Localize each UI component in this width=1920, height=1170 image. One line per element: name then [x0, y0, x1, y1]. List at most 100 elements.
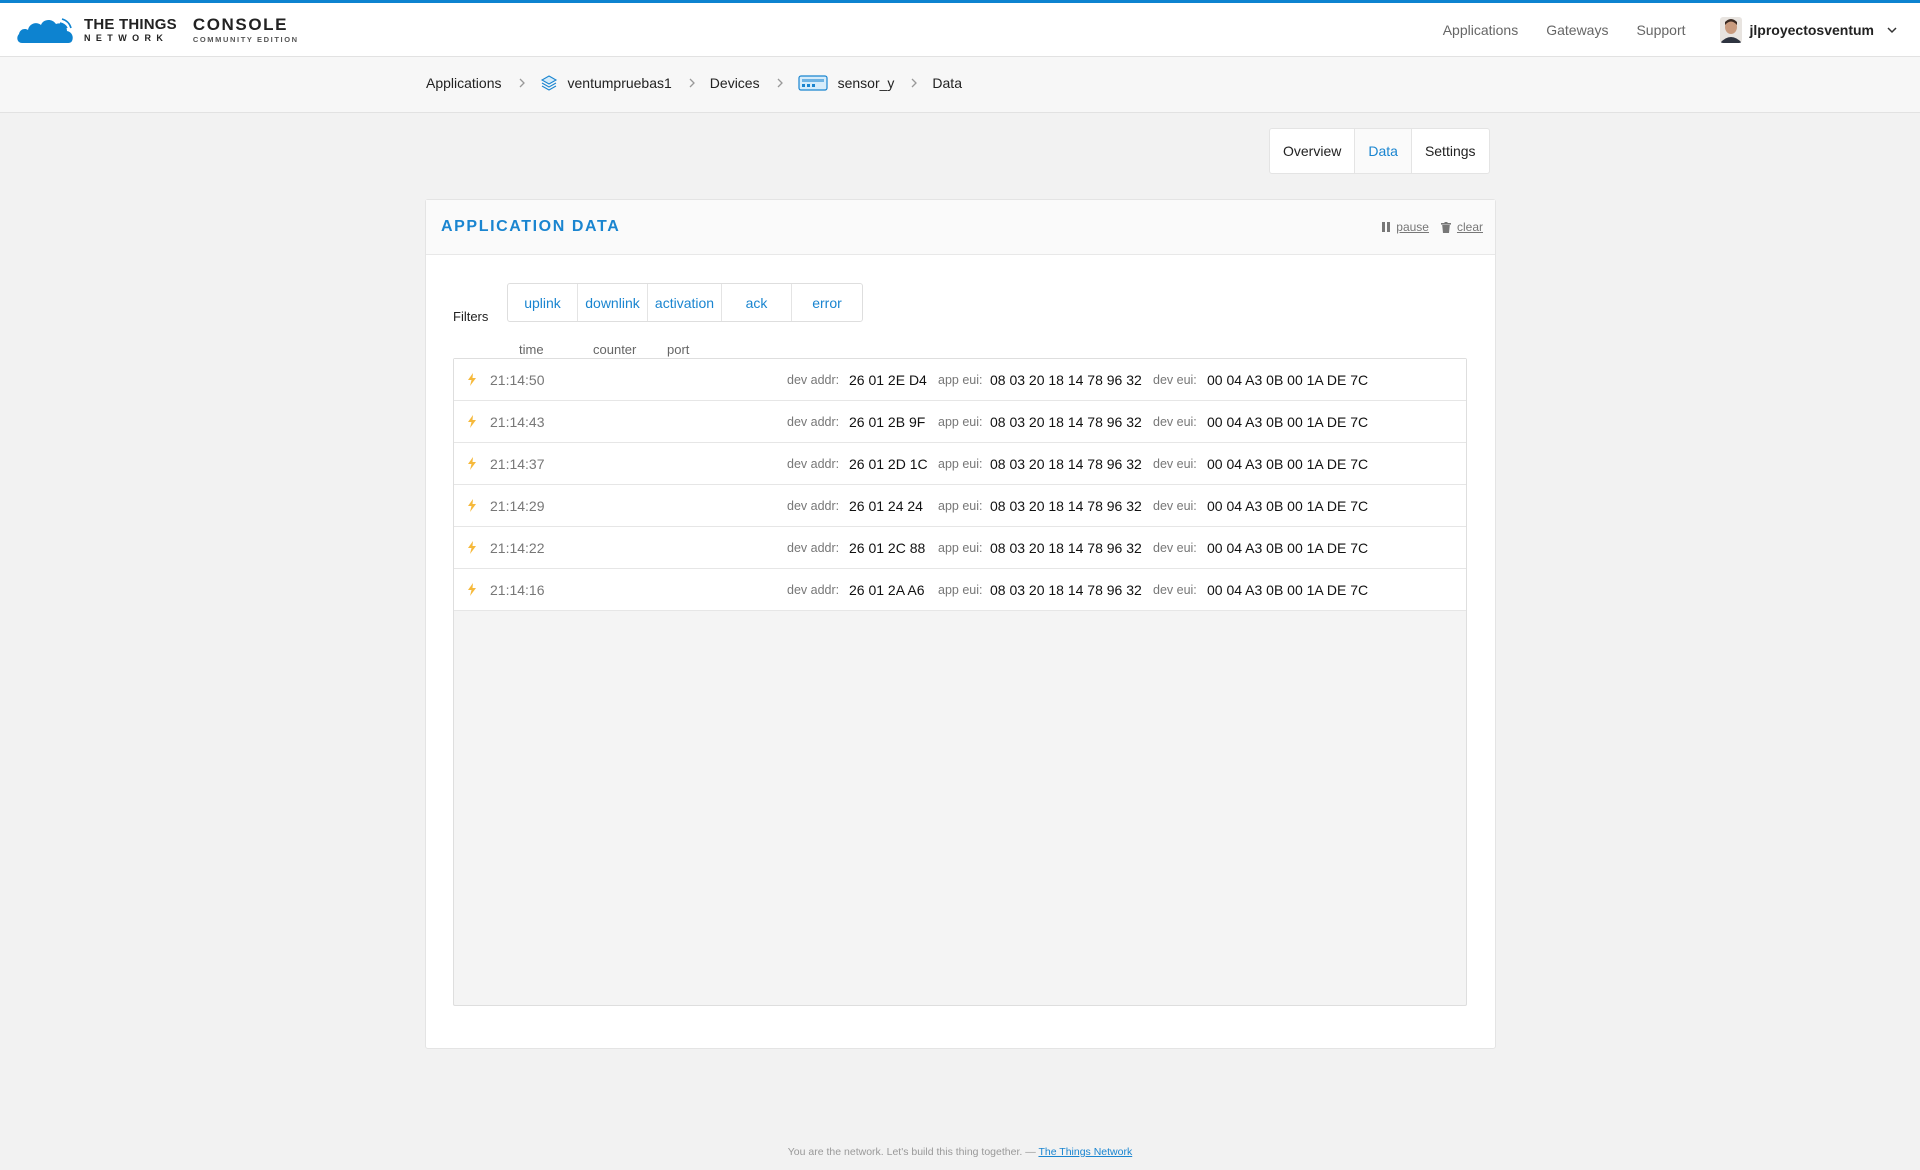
panel-title: APPLICATION DATA [441, 218, 621, 235]
row-time: 21:14:43 [490, 414, 545, 430]
breadcrumb: Applications ventumpruebas1 Devices sens… [426, 74, 962, 92]
nav-applications[interactable]: Applications [1443, 22, 1519, 38]
dev-addr-value: 26 01 2C 88 [849, 540, 926, 556]
dev-eui-label: dev eui: [1153, 499, 1197, 513]
app-eui-label: app eui: [938, 541, 983, 555]
dev-addr-label: dev addr: [787, 457, 840, 471]
breadcrumb-current: Data [932, 75, 962, 91]
nav-support[interactable]: Support [1636, 22, 1685, 38]
app-eui-label: app eui: [938, 373, 983, 387]
breadcrumb-devices[interactable]: Devices [710, 75, 760, 91]
filter-error[interactable]: error [792, 284, 862, 321]
filters-label: Filters [453, 309, 489, 324]
tab-settings[interactable]: Settings [1412, 129, 1489, 173]
dev-addr-label: dev addr: [787, 583, 840, 597]
filter-group: uplink downlink activation ack error [507, 283, 863, 322]
activation-bolt-icon [468, 541, 476, 554]
footer-link[interactable]: The Things Network [1038, 1146, 1132, 1158]
column-counter[interactable]: counter [593, 342, 636, 357]
footer: You are the network. Let's build this th… [0, 1146, 1920, 1158]
device-tabs: Overview Data Settings [1269, 128, 1490, 174]
chevron-right-icon [519, 78, 525, 88]
app-eui-value: 08 03 20 18 14 78 96 32 [990, 498, 1142, 514]
breadcrumb-app[interactable]: ventumpruebas1 [568, 75, 672, 91]
dev-addr-value: 26 01 2E D4 [849, 372, 927, 388]
activation-bolt-icon [468, 499, 476, 512]
row-time: 21:14:50 [490, 372, 545, 388]
user-avatar-icon [1719, 16, 1742, 43]
user-menu[interactable]: jlproyectosventum [1719, 16, 1898, 43]
nav-gateways[interactable]: Gateways [1546, 22, 1608, 38]
application-layers-icon [540, 74, 558, 92]
app-eui-value: 08 03 20 18 14 78 96 32 [990, 456, 1142, 472]
app-eui-label: app eui: [938, 499, 983, 513]
app-eui-value: 08 03 20 18 14 78 96 32 [990, 582, 1142, 598]
dev-addr-label: dev addr: [787, 541, 840, 555]
dev-addr-label: dev addr: [787, 415, 840, 429]
pause-button[interactable]: pause [1382, 220, 1429, 234]
activation-bolt-icon [468, 583, 476, 596]
filter-ack[interactable]: ack [722, 284, 792, 321]
dev-eui-value: 00 04 A3 0B 00 1A DE 7C [1207, 456, 1369, 472]
row-time: 21:14:37 [490, 456, 545, 472]
brand-line2: NETWORK [84, 32, 169, 43]
column-time[interactable]: time [519, 342, 544, 357]
column-port[interactable]: port [667, 342, 689, 357]
chevron-down-icon [1887, 26, 1897, 33]
header: THE THINGS NETWORK CONSOLE COMMUNITY EDI… [0, 3, 1920, 57]
console-edition: COMMUNITY EDITION [192, 34, 299, 44]
table-row[interactable]: 21:14:50 dev addr: 26 01 2E D4 app eui: … [454, 359, 1466, 401]
main-nav: Applications Gateways Support jlproyecto… [1415, 16, 1898, 43]
breadcrumb-applications[interactable]: Applications [426, 75, 502, 91]
app-eui-label: app eui: [938, 457, 983, 471]
row-time: 21:14:29 [490, 498, 545, 514]
brand-name: THE THINGS NETWORK [84, 17, 177, 43]
clear-button[interactable]: clear [1440, 220, 1483, 234]
table-row[interactable]: 21:14:43 dev addr: 26 01 2B 9F app eui: … [454, 401, 1466, 443]
chevron-right-icon [777, 78, 783, 88]
dev-eui-value: 00 04 A3 0B 00 1A DE 7C [1207, 498, 1369, 514]
dev-addr-label: dev addr: [787, 373, 840, 387]
pause-icon [1382, 222, 1391, 232]
row-time: 21:14:22 [490, 540, 545, 556]
app-eui-value: 08 03 20 18 14 78 96 32 [990, 372, 1142, 388]
tab-overview[interactable]: Overview [1270, 129, 1356, 173]
dev-eui-label: dev eui: [1153, 541, 1197, 555]
activation-bolt-icon [468, 415, 476, 428]
breadcrumb-device[interactable]: sensor_y [838, 75, 895, 91]
dev-addr-value: 26 01 24 24 [849, 498, 923, 514]
data-table: 21:14:50 dev addr: 26 01 2E D4 app eui: … [453, 358, 1467, 1006]
brand-console: CONSOLE COMMUNITY EDITION [193, 16, 299, 44]
application-data-panel: APPLICATION DATA pause clear Filters upl… [425, 199, 1496, 1049]
table-row[interactable]: 21:14:37 dev addr: 26 01 2D 1C app eui: … [454, 443, 1466, 485]
dev-eui-value: 00 04 A3 0B 00 1A DE 7C [1207, 372, 1369, 388]
cloud-logo-icon [17, 17, 73, 43]
footer-text: You are the network. Let's build this th… [787, 1146, 1036, 1158]
tab-data[interactable]: Data [1355, 129, 1412, 173]
dev-eui-label: dev eui: [1153, 373, 1197, 387]
chevron-right-icon [911, 78, 918, 88]
app-eui-value: 08 03 20 18 14 78 96 32 [990, 540, 1142, 556]
avatar [1719, 16, 1742, 43]
activation-bolt-icon [468, 373, 476, 386]
dev-addr-value: 26 01 2A A6 [849, 582, 925, 598]
filter-uplink[interactable]: uplink [508, 284, 578, 321]
dev-eui-label: dev eui: [1153, 415, 1197, 429]
dev-addr-label: dev addr: [787, 499, 840, 513]
trash-icon [1440, 221, 1451, 233]
dev-addr-value: 26 01 2D 1C [849, 456, 928, 472]
dev-addr-value: 26 01 2B 9F [849, 414, 926, 430]
username: jlproyectosventum [1749, 21, 1874, 38]
app-eui-label: app eui: [938, 583, 983, 597]
filter-downlink[interactable]: downlink [578, 284, 648, 321]
pause-label: pause [1396, 220, 1429, 234]
table-row[interactable]: 21:14:29 dev addr: 26 01 24 24 app eui: … [454, 485, 1466, 527]
dev-eui-value: 00 04 A3 0B 00 1A DE 7C [1207, 540, 1369, 556]
brand-logo[interactable]: THE THINGS NETWORK CONSOLE COMMUNITY EDI… [16, 15, 299, 45]
table-row[interactable]: 21:14:22 dev addr: 26 01 2C 88 app eui: … [454, 527, 1466, 569]
filter-activation[interactable]: activation [648, 284, 722, 321]
activation-bolt-icon [468, 457, 476, 470]
panel-header: APPLICATION DATA pause clear [426, 200, 1495, 255]
table-row[interactable]: 21:14:16 dev addr: 26 01 2A A6 app eui: … [454, 569, 1466, 611]
device-icon [797, 74, 828, 92]
